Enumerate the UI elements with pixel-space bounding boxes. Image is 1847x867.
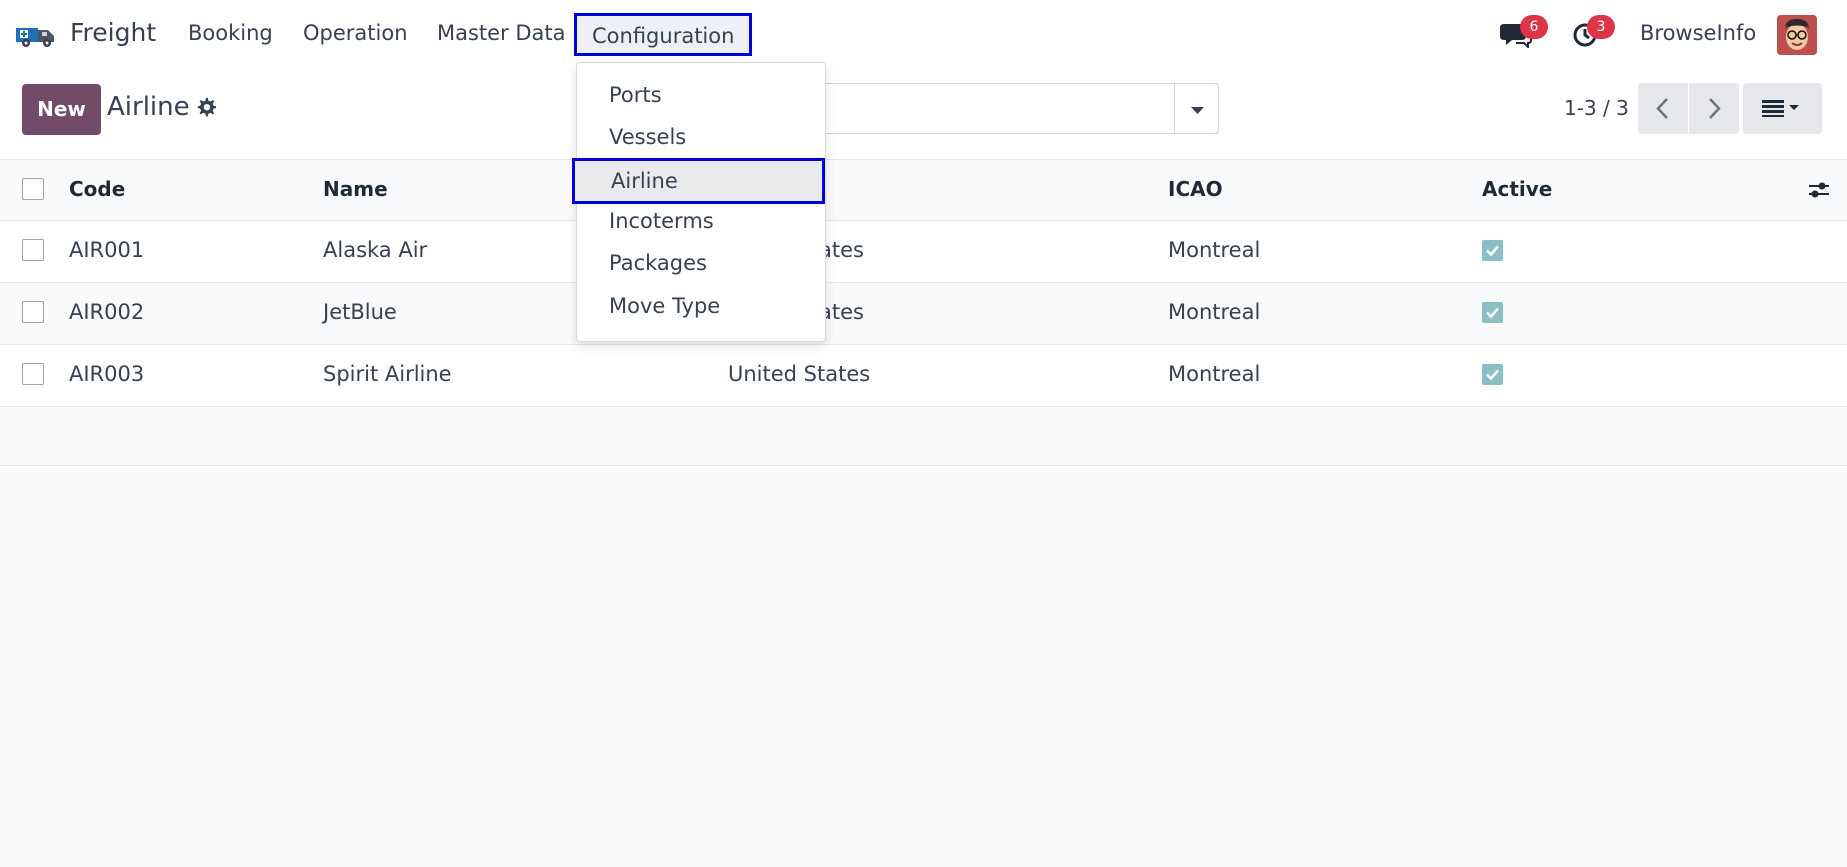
activities-badge: 3 bbox=[1587, 15, 1615, 39]
cell-code: AIR002 bbox=[69, 300, 145, 324]
menu-operation[interactable]: Operation bbox=[303, 21, 408, 45]
row-checkbox[interactable] bbox=[22, 301, 44, 323]
check-icon bbox=[1486, 369, 1499, 381]
dropdown-item-ports[interactable]: Ports bbox=[609, 83, 662, 107]
active-checkbox-checked[interactable] bbox=[1482, 240, 1503, 261]
new-button[interactable]: New bbox=[22, 84, 101, 135]
table-empty-row bbox=[0, 407, 1847, 466]
cell-code: AIR001 bbox=[69, 238, 145, 262]
user-avatar[interactable] bbox=[1777, 15, 1817, 55]
search-options-toggle[interactable] bbox=[1174, 83, 1219, 134]
cell-name: JetBlue bbox=[323, 300, 397, 324]
dropdown-item-vessels[interactable]: Vessels bbox=[609, 125, 686, 149]
list-view-icon bbox=[1762, 100, 1799, 117]
menu-master-data[interactable]: Master Data bbox=[437, 21, 566, 45]
user-name[interactable]: BrowseInfo bbox=[1640, 21, 1756, 45]
active-checkbox-checked[interactable] bbox=[1482, 364, 1503, 385]
column-header-name[interactable]: Name bbox=[323, 177, 388, 201]
column-header-code[interactable]: Code bbox=[69, 177, 125, 201]
avatar-face-icon bbox=[1777, 15, 1817, 55]
dropdown-item-packages[interactable]: Packages bbox=[609, 251, 707, 275]
optional-columns-icon[interactable] bbox=[1807, 178, 1831, 202]
select-all-checkbox[interactable] bbox=[22, 178, 44, 200]
column-header-icao[interactable]: ICAO bbox=[1168, 177, 1223, 201]
column-header-active[interactable]: Active bbox=[1482, 177, 1552, 201]
menu-booking[interactable]: Booking bbox=[188, 21, 273, 45]
messages-badge: 6 bbox=[1520, 15, 1548, 39]
gear-icon[interactable] bbox=[195, 96, 217, 118]
dropdown-item-incoterms[interactable]: Incoterms bbox=[609, 209, 714, 233]
pager-value[interactable]: 1-3 / 3 bbox=[1564, 96, 1629, 120]
caret-down-icon bbox=[1191, 107, 1204, 114]
view-switcher-button[interactable] bbox=[1743, 83, 1822, 134]
truck-icon[interactable] bbox=[16, 20, 58, 48]
cell-code: AIR003 bbox=[69, 362, 145, 386]
dropdown-item-airline[interactable]: Airline bbox=[572, 158, 825, 204]
menu-configuration[interactable]: Configuration bbox=[574, 13, 753, 56]
table-row[interactable]: AIR003 Spirit Airline United States Mont… bbox=[0, 345, 1847, 407]
table-row[interactable]: AIR002 JetBlue ates Montreal bbox=[0, 283, 1847, 345]
dropdown-item-move-type[interactable]: Move Type bbox=[609, 294, 720, 318]
check-icon bbox=[1486, 307, 1499, 319]
chevron-right-icon bbox=[1709, 98, 1721, 119]
cell-name: Spirit Airline bbox=[323, 362, 452, 386]
search-input[interactable] bbox=[820, 83, 1218, 134]
cell-icao: Montreal bbox=[1168, 362, 1261, 386]
cell-icao: Montreal bbox=[1168, 238, 1261, 262]
pager-next-button[interactable] bbox=[1689, 83, 1739, 134]
row-checkbox[interactable] bbox=[22, 239, 44, 261]
control-panel: New Airline 1-3 / 3 bbox=[0, 68, 1847, 160]
app-brand[interactable]: Freight bbox=[70, 18, 156, 47]
check-icon bbox=[1486, 245, 1499, 257]
chevron-left-icon bbox=[1656, 98, 1668, 119]
cell-icao: Montreal bbox=[1168, 300, 1261, 324]
page-title: Airline bbox=[107, 92, 190, 122]
table-row[interactable]: AIR001 Alaska Air ates Montreal bbox=[0, 221, 1847, 283]
pager-previous-button[interactable] bbox=[1638, 83, 1688, 134]
configuration-dropdown-menu: Ports Vessels Airline Incoterms Packages… bbox=[572, 62, 826, 342]
airline-list-table: Code Name ICAO Active AIR001 Alaska Air … bbox=[0, 160, 1847, 466]
cell-name: Alaska Air bbox=[323, 238, 428, 262]
row-checkbox[interactable] bbox=[22, 363, 44, 385]
top-navbar: Freight Booking Operation Master Data Co… bbox=[0, 0, 1847, 68]
active-checkbox-checked[interactable] bbox=[1482, 302, 1503, 323]
cell-country: United States bbox=[728, 362, 871, 386]
table-header-row: Code Name ICAO Active bbox=[0, 160, 1847, 221]
